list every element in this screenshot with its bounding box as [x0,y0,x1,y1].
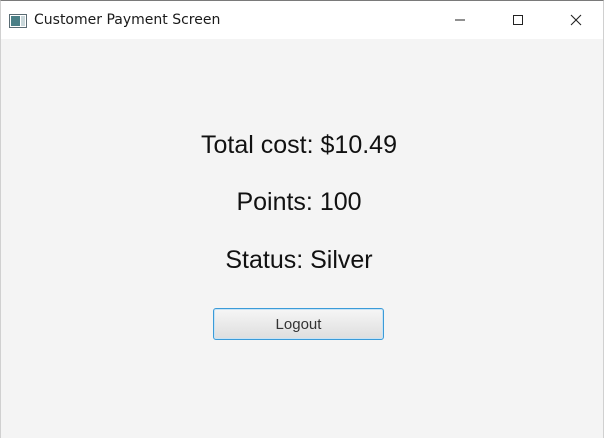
minimize-button[interactable] [437,1,483,39]
close-button[interactable] [553,1,599,39]
title-bar[interactable]: Customer Payment Screen [1,1,603,39]
payment-summary-panel: Total cost: $10.49 Points: 100 Status: S… [1,39,603,438]
app-window: Customer Payment Screen Total cost: $10.… [0,0,604,438]
status-label: Status: Silver [225,246,373,274]
maximize-icon [513,15,523,25]
maximize-button[interactable] [495,1,541,39]
window-title: Customer Payment Screen [34,12,221,28]
logout-button[interactable]: Logout [213,308,384,340]
points-label: Points: 100 [236,188,362,216]
minimize-icon [455,19,465,21]
total-cost-label: Total cost: $10.49 [201,131,397,159]
app-window-icon [9,13,27,28]
close-icon [570,14,582,26]
